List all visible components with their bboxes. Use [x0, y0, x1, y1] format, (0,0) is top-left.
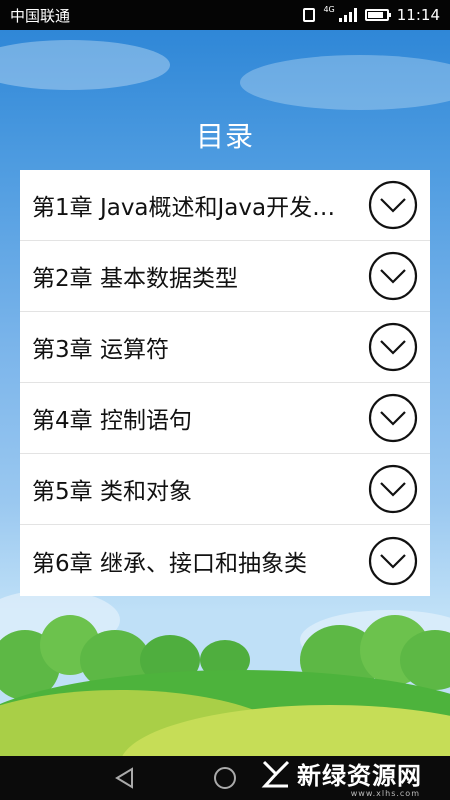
chapter-label: 第4章 控制语句 — [32, 408, 192, 434]
chapter-label: 第6章 继承、接口和抽象类 — [32, 550, 307, 577]
chevron-down-circle-icon[interactable] — [368, 393, 418, 443]
chapter-label: 第5章 类和对象 — [32, 479, 192, 505]
page-title: 目录 — [195, 120, 254, 153]
chevron-down-circle-icon[interactable] — [368, 322, 418, 372]
home-icon — [214, 767, 236, 789]
watermark-logo-icon — [261, 760, 290, 787]
chapter-list: 第1章 Java概述和Java开发… 第2章 基本数据类型 第3章 运算符 第4… — [20, 170, 430, 596]
nav-back-button[interactable] — [95, 756, 155, 800]
back-icon — [115, 767, 133, 789]
carrier-label: 中国联通 — [10, 6, 71, 25]
chapter-label: 第3章 运算符 — [32, 337, 169, 363]
status-bar: 中国联通 4G 11:14 — [0, 0, 450, 30]
vibrate-icon — [303, 8, 316, 22]
watermark-subtext: www.xlhs.com — [350, 789, 420, 798]
nav-home-button[interactable] — [195, 756, 255, 800]
chapter-label: 第1章 Java概述和Java开发… — [32, 195, 336, 221]
watermark-text: 新绿资源网 — [297, 762, 422, 790]
clock: 11:14 — [396, 6, 440, 24]
watermark: 新绿资源网 — [261, 756, 422, 791]
chevron-down-circle-icon[interactable] — [368, 536, 418, 586]
chapter-item-5[interactable]: 第5章 类和对象 — [20, 454, 430, 525]
chapter-item-2[interactable]: 第2章 基本数据类型 — [20, 241, 430, 312]
signal-icon — [338, 8, 357, 22]
cloud-shape — [240, 55, 450, 110]
chapter-item-3[interactable]: 第3章 运算符 — [20, 312, 430, 383]
chapter-label: 第2章 基本数据类型 — [32, 266, 238, 292]
battery-level-fill — [367, 12, 384, 18]
chapter-item-6[interactable]: 第6章 继承、接口和抽象类 — [20, 525, 430, 596]
navigation-bar: 新绿资源网 www.xlhs.com — [0, 756, 450, 800]
chevron-down-circle-icon[interactable] — [368, 180, 418, 230]
chapter-item-4[interactable]: 第4章 控制语句 — [20, 383, 430, 454]
status-icons: 4G 11:14 — [303, 4, 440, 24]
chapter-item-1[interactable]: 第1章 Java概述和Java开发… — [20, 170, 430, 241]
cloud-shape — [0, 40, 170, 90]
chevron-down-circle-icon[interactable] — [368, 251, 418, 301]
chevron-down-circle-icon[interactable] — [368, 464, 418, 514]
network-type-label: 4G — [323, 4, 335, 14]
battery-icon — [364, 9, 391, 21]
